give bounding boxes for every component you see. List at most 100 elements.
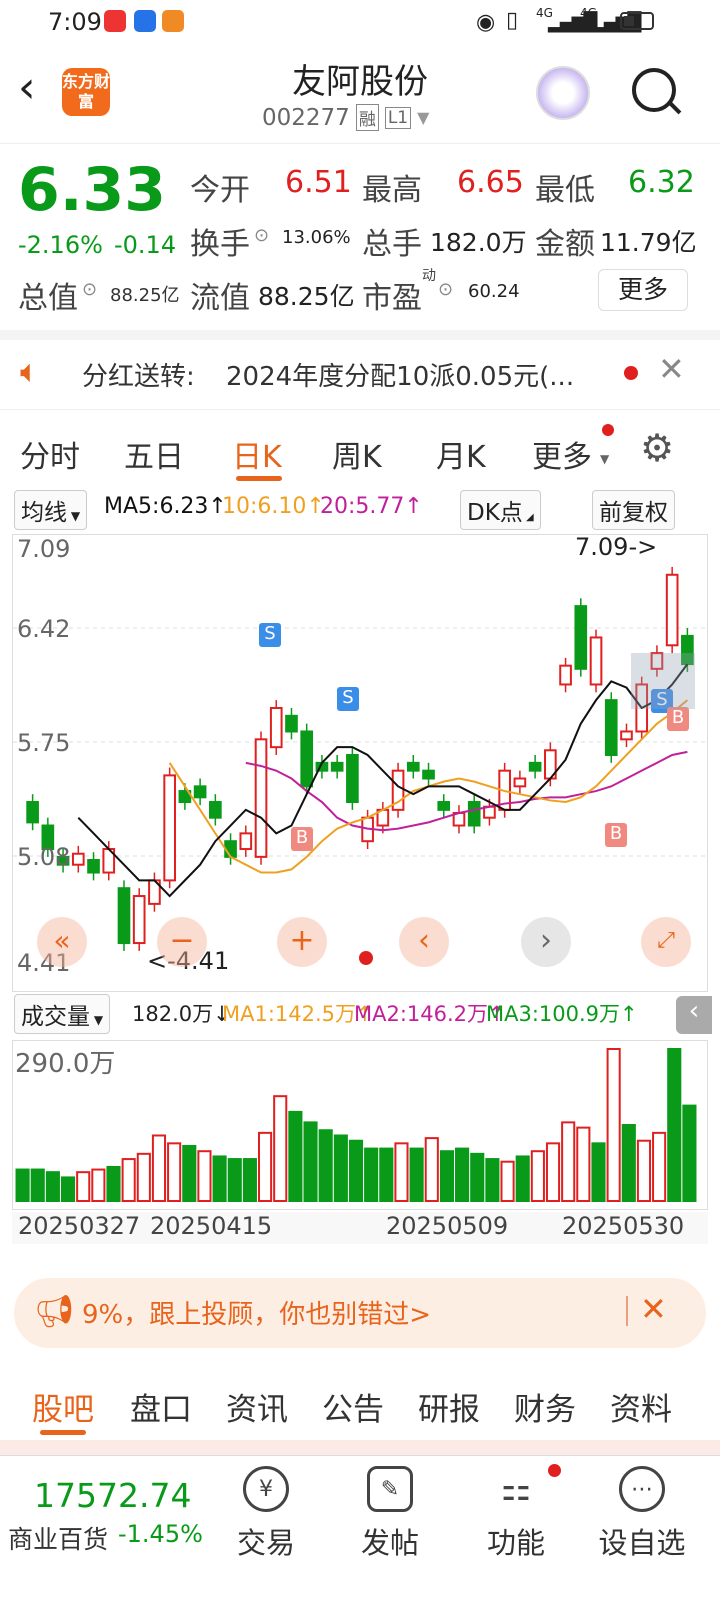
fullscreen-button[interactable]: ⤢	[641, 917, 691, 967]
bottom-toolbar: 17572.74 商业百货 -1.45% ¥ 交易 ✎ 发帖 ⚏ 功能 ⋯ 设自…	[0, 1455, 720, 1600]
candle	[406, 761, 420, 772]
info-icon[interactable]: ⊙	[438, 279, 453, 300]
sector-index-value: 17572.74	[34, 1476, 192, 1515]
app-notification-icon	[104, 10, 126, 32]
volume-label: 总手	[362, 227, 422, 262]
tab-daily-k[interactable]: 日K	[232, 432, 282, 476]
volume-bar	[182, 1144, 197, 1202]
buy-signal-marker[interactable]: B	[291, 827, 313, 851]
volume-bar	[15, 1168, 30, 1203]
vibrate-icon: ▯	[506, 8, 519, 33]
status-bar: 7:09 ◉ ▯ 4G ▂▄▆█ 4G ▂▄▆█	[0, 0, 720, 44]
buy-signal-marker[interactable]: B	[667, 707, 689, 731]
y-tick-3: 5.75	[17, 729, 71, 757]
scroll-left-button[interactable]: ‹	[399, 917, 449, 967]
volume-bar	[136, 1152, 151, 1202]
tab-monthly-k[interactable]: 月K	[436, 432, 486, 476]
volume-value: 182.0万	[430, 228, 527, 257]
volume-bar	[500, 1160, 515, 1202]
close-icon[interactable]: ✕	[658, 350, 685, 388]
candle	[528, 761, 542, 772]
volume-bar	[212, 1155, 227, 1202]
change-percent: -2.16%	[18, 231, 103, 259]
candle	[224, 840, 237, 858]
volume-select-label: 成交量	[21, 1004, 90, 1030]
tab-announcements[interactable]: 公告	[322, 1384, 384, 1429]
robot-assistant-icon[interactable]	[536, 66, 590, 120]
volume-bar	[151, 1134, 167, 1202]
unread-dot	[624, 366, 638, 380]
candle	[132, 895, 146, 945]
candle	[163, 774, 176, 882]
tab-finance[interactable]: 财务	[514, 1384, 576, 1429]
volume-bar	[561, 1121, 576, 1202]
volume-select[interactable]: 成交量 ▼	[14, 994, 111, 1034]
sector-index[interactable]: 17572.74 商业百货 -1.45%	[0, 1456, 210, 1576]
ma-select[interactable]: 均线 ▼	[14, 490, 88, 530]
volume-bar	[379, 1147, 394, 1202]
sell-signal-marker[interactable]: S	[259, 623, 281, 647]
stock-code: 002277	[262, 104, 350, 131]
volume-bar	[455, 1147, 470, 1202]
info-icon[interactable]: ⊙	[254, 225, 269, 246]
more-dots-icon: ⋯	[619, 1466, 665, 1512]
candle	[87, 859, 100, 874]
y-tick-4: 5.08	[17, 843, 71, 871]
volume-bar	[258, 1131, 273, 1202]
dk-points-select[interactable]: DK点 ◢	[460, 490, 541, 530]
gear-icon[interactable]: ⚙	[640, 426, 674, 470]
candle	[71, 852, 85, 866]
promo-banner[interactable]: 📢︎ 9%，跟上投顾，你也别错过> ✕	[14, 1278, 706, 1348]
tab-intraday[interactable]: 分时	[20, 432, 80, 476]
post-label: 发帖	[360, 1526, 419, 1560]
tab-order-book[interactable]: 盘口	[130, 1384, 192, 1429]
y-tick-2: 6.42	[17, 615, 71, 643]
add-watchlist-button[interactable]: ⋯ 设自选	[582, 1466, 702, 1562]
kline-chart[interactable]: 7.09 6.42 5.75 5.08 4.41 7.09-> <-4.41 S…	[12, 533, 708, 992]
ma-toolbar: 均线 ▼ MA5:6.23↑ 10:6.10↑ 20:5.77↑ DK点 ◢ 前…	[0, 490, 720, 530]
zoom-in-button[interactable]: +	[277, 917, 327, 967]
post-button[interactable]: ✎ 发帖	[330, 1466, 450, 1562]
dk-label: DK点	[467, 500, 523, 526]
tab-more[interactable]: 更多	[532, 432, 592, 476]
info-icon[interactable]: ⊙	[82, 279, 97, 300]
sell-signal-marker[interactable]: S	[337, 687, 359, 711]
dropdown-icon: ▼	[417, 108, 430, 127]
date-axis: 20250327 20250415 20250509 20250530	[12, 1212, 708, 1244]
active-tab-indicator	[40, 1430, 86, 1435]
tab-profile[interactable]: 资料	[610, 1384, 672, 1429]
close-icon[interactable]: ✕	[640, 1290, 667, 1328]
amount-label: 金额	[535, 227, 595, 262]
quote-panel: 6.33 -2.16% -0.14 总值 ⊙ 88.25亿 今开 6.51 最高…	[0, 145, 720, 330]
tab-news[interactable]: 资讯	[226, 1384, 288, 1429]
tab-five-day[interactable]: 五日	[124, 432, 184, 476]
stock-code-row[interactable]: 002277 融 L1 ▼	[262, 104, 429, 131]
tab-forum[interactable]: 股吧	[32, 1384, 94, 1429]
selection-highlight	[631, 653, 695, 709]
functions-button[interactable]: ⚏ 功能	[456, 1464, 576, 1562]
trade-button[interactable]: ¥ 交易	[206, 1466, 326, 1562]
buy-signal-marker[interactable]: B	[605, 823, 627, 847]
zoom-out-button[interactable]: −	[157, 917, 207, 967]
candle	[300, 730, 314, 788]
collapse-panel-button[interactable]: ‹	[676, 996, 712, 1034]
candle	[346, 754, 359, 804]
chevron-down-icon: ▼	[600, 452, 610, 466]
tab-weekly-k[interactable]: 周K	[332, 432, 382, 476]
more-button[interactable]: 更多	[598, 269, 688, 311]
candle	[422, 769, 435, 780]
ma-select-label: 均线	[21, 500, 67, 526]
fast-back-button[interactable]: «	[37, 917, 87, 967]
volume-bar	[318, 1129, 333, 1202]
dividend-notice[interactable]: 🔈︎ 分红送转: 2024年度分配10派0.05元(... ✕	[0, 330, 720, 410]
adjust-select[interactable]: 前复权	[592, 490, 675, 530]
pe-dynamic-label: 动	[422, 268, 436, 284]
tab-research[interactable]: 研报	[418, 1384, 480, 1429]
volume-current: 182.0万↓	[132, 1002, 231, 1026]
scroll-right-button[interactable]: ›	[521, 917, 571, 967]
divider	[626, 1296, 628, 1326]
new-dot	[548, 1464, 561, 1477]
bulb-notification-icon	[134, 10, 156, 32]
functions-label: 功能	[486, 1526, 545, 1560]
volume-chart[interactable]: 290.0万	[12, 1040, 708, 1210]
